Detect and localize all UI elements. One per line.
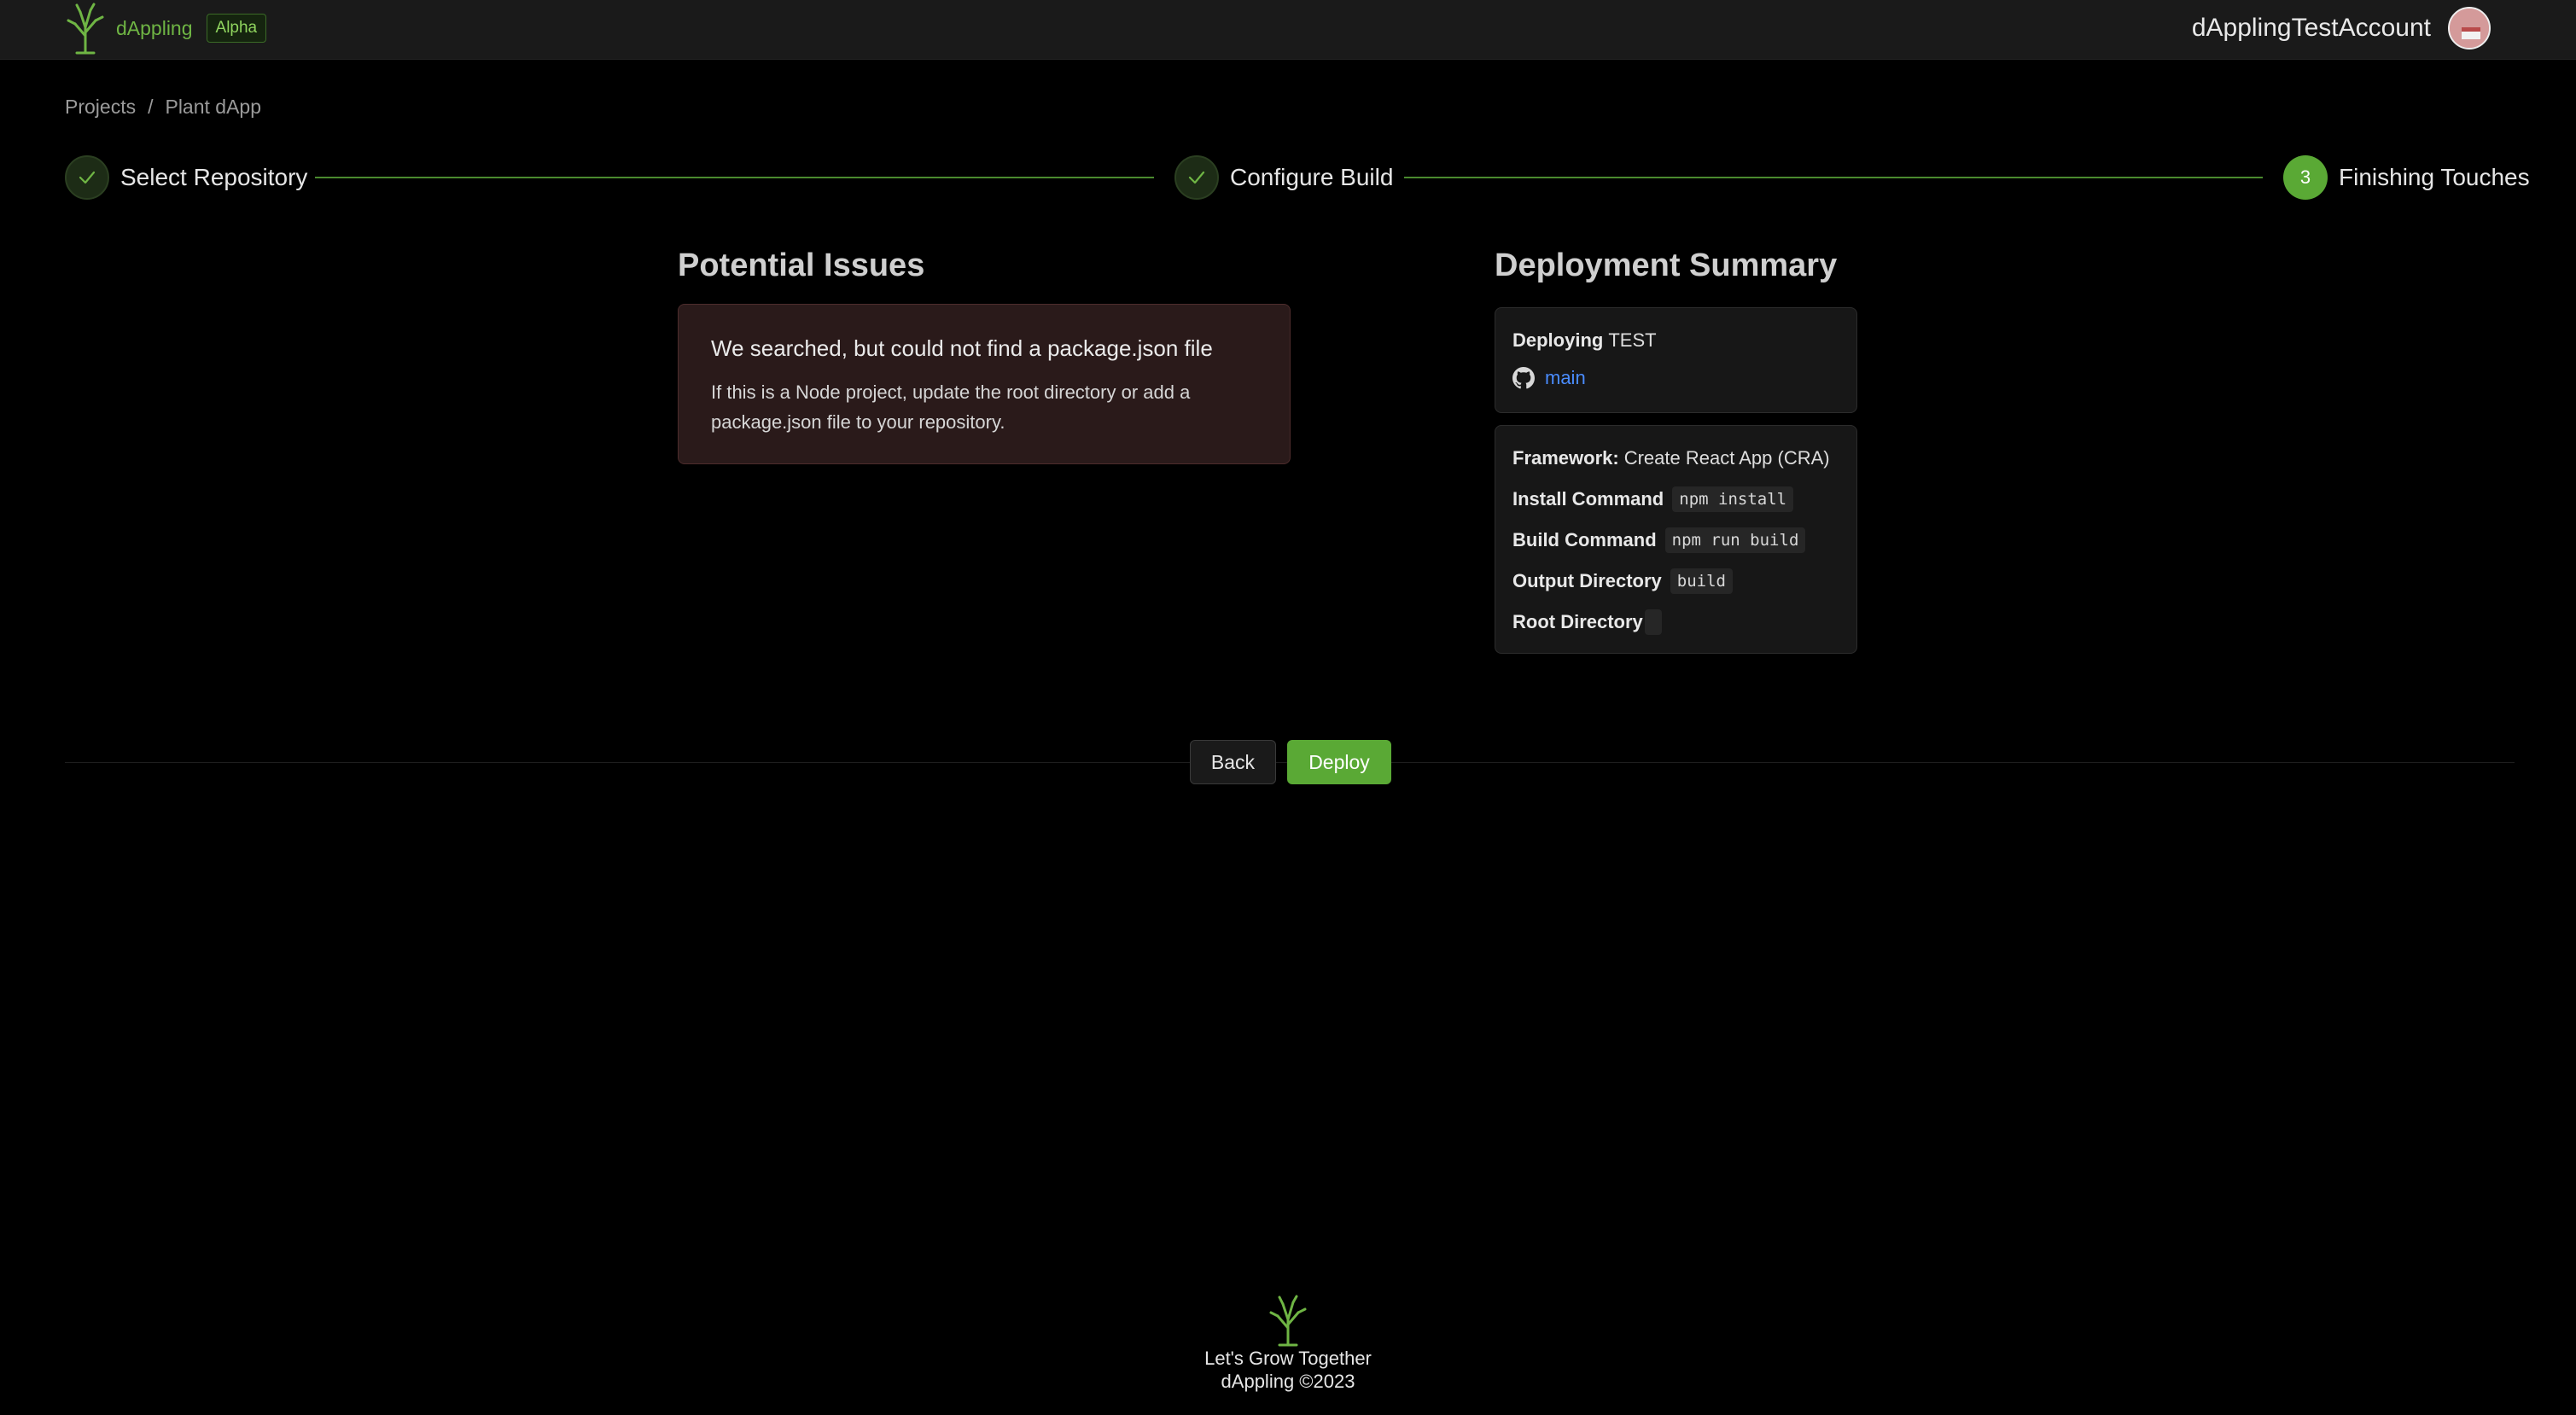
check-icon	[79, 171, 96, 184]
brand-name: dAppling	[116, 16, 193, 39]
github-icon	[1512, 367, 1535, 389]
top-navbar: dAppling Alpha dApplingTestAccount	[0, 0, 2576, 60]
build-command-row: Build Command npm run build	[1512, 520, 1839, 561]
tree-logo-icon	[67, 3, 104, 55]
build-command-value: npm run build	[1664, 527, 1806, 553]
footer: Let's Grow Together dAppling ©2023	[1117, 1294, 1459, 1393]
deploying-label: Deploying	[1512, 329, 1604, 351]
step-label: Finishing Touches	[2339, 164, 2530, 190]
summary-heading: Deployment Summary	[1495, 247, 1838, 283]
breadcrumb-separator: /	[148, 96, 154, 118]
step-connector	[315, 177, 1154, 178]
output-directory-label: Output Directory	[1512, 570, 1662, 591]
issue-alert: We searched, but could not find a packag…	[678, 304, 1291, 464]
step-label: Configure Build	[1230, 164, 1394, 190]
deploy-target-card: Deploying TEST main	[1495, 307, 1857, 413]
output-directory-value: build	[1670, 568, 1733, 594]
framework-value: Create React App (CRA)	[1623, 447, 1830, 469]
issue-title: We searched, but could not find a packag…	[711, 335, 1213, 361]
deploying-row: Deploying TEST	[1512, 320, 1839, 361]
step-label: Select Repository	[120, 164, 308, 190]
root-directory-label: Root Directory	[1512, 611, 1643, 632]
back-button[interactable]: Back	[1190, 740, 1276, 784]
footer-tagline: Let's Grow Together	[1204, 1348, 1372, 1369]
breadcrumb-current[interactable]: Plant dApp	[165, 96, 261, 119]
step-connector	[1404, 177, 2263, 178]
step-configure-build: Configure Build	[1174, 155, 1393, 200]
avatar-image-icon	[2450, 9, 2489, 48]
deploying-value: TEST	[1608, 329, 1657, 351]
install-command-label: Install Command	[1512, 488, 1664, 510]
account-name[interactable]: dApplingTestAccount	[2192, 14, 2431, 43]
breadcrumb-projects[interactable]: Projects	[65, 96, 136, 119]
framework-row: Framework: Create React App (CRA)	[1512, 438, 1839, 479]
account-menu[interactable]: dApplingTestAccount	[2192, 0, 2491, 56]
root-directory-row: Root Directory	[1512, 602, 1839, 643]
build-settings-card: Framework: Create React App (CRA) Instal…	[1495, 425, 1857, 654]
deploy-button[interactable]: Deploy	[1287, 740, 1391, 784]
install-command-value: npm install	[1672, 486, 1794, 512]
install-command-row: Install Command npm install	[1512, 479, 1839, 520]
step-number-indicator: 3	[2283, 155, 2328, 200]
step-complete-indicator	[65, 155, 109, 200]
framework-label: Framework:	[1512, 447, 1619, 469]
alpha-badge: Alpha	[206, 14, 267, 43]
step-complete-indicator	[1174, 155, 1219, 200]
branch-row: main	[1512, 361, 1839, 395]
breadcrumb: Projects / Plant dApp	[65, 96, 261, 119]
step-select-repository: Select Repository	[65, 155, 307, 200]
check-icon	[1188, 171, 1205, 184]
tree-logo-icon	[1269, 1295, 1307, 1347]
issues-heading: Potential Issues	[678, 247, 925, 283]
build-command-label: Build Command	[1512, 529, 1657, 550]
branch-link[interactable]: main	[1545, 367, 1586, 389]
issue-description: If this is a Node project, update the ro…	[711, 381, 1191, 433]
avatar[interactable]	[2448, 7, 2491, 49]
root-directory-value	[1644, 609, 1662, 635]
brand[interactable]: dAppling Alpha	[65, 0, 267, 56]
footer-copyright: dAppling ©2023	[1221, 1371, 1355, 1392]
output-directory-row: Output Directory build	[1512, 561, 1839, 602]
step-finishing-touches: 3 Finishing Touches	[2283, 155, 2530, 200]
